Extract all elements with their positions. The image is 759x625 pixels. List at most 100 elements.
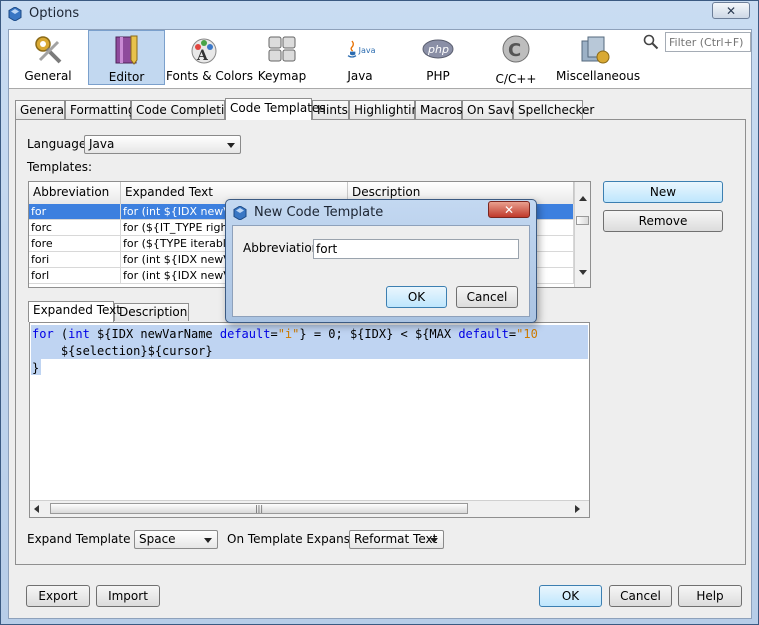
scroll-left-icon[interactable]	[34, 505, 39, 513]
code-text: =	[270, 327, 278, 341]
language-value: Java	[89, 137, 115, 151]
cell-abbreviation: forl	[29, 268, 121, 284]
expand-template-on-value: Space	[139, 532, 176, 546]
tab-macros[interactable]: Macros	[415, 100, 463, 119]
dialog-ok-button[interactable]: OK	[386, 286, 447, 308]
miscellaneous-icon	[581, 36, 610, 64]
cancel-button[interactable]: Cancel	[609, 585, 672, 607]
import-button[interactable]: Import	[96, 585, 160, 607]
category-label: PHP	[426, 69, 450, 83]
category-keymap[interactable]: Keymap	[244, 30, 320, 85]
category-label: General	[24, 69, 72, 83]
java-icon: Java	[347, 40, 376, 58]
filter-search-input[interactable]	[665, 32, 751, 52]
export-button[interactable]: Export	[26, 585, 90, 607]
new-code-template-dialog: New Code Template ✕ Abbreviation: OK Can…	[225, 199, 537, 323]
category-label: C/C++	[495, 72, 537, 86]
expand-template-on-combo[interactable]: Space	[134, 530, 218, 549]
cell-abbreviation: fori	[29, 252, 121, 268]
close-icon: ✕	[503, 202, 515, 217]
help-button[interactable]: Help	[678, 585, 742, 607]
scroll-down-icon[interactable]	[579, 270, 587, 275]
tab-description[interactable]: Description	[114, 303, 189, 321]
category-label: Editor	[108, 70, 145, 84]
dialog-title: New Code Template	[254, 205, 384, 220]
netbeans-app-icon	[8, 7, 22, 21]
php-icon: php	[422, 39, 454, 59]
fonts-colors-icon: A	[191, 38, 217, 64]
abbreviation-label: Abbreviation:	[243, 241, 324, 255]
svg-text:A: A	[196, 48, 209, 64]
category-general[interactable]: General	[9, 30, 87, 85]
dropdown-arrow-icon	[430, 538, 438, 543]
window-title: Options	[29, 6, 80, 21]
tab-formatting[interactable]: Formatting	[65, 100, 136, 119]
category-php[interactable]: php PHP	[400, 30, 476, 85]
code-keyword: int	[68, 327, 90, 341]
scroll-up-icon[interactable]	[579, 196, 587, 201]
dialog-cancel-button[interactable]: Cancel	[456, 286, 518, 308]
tab-highlighting[interactable]: Highlighting	[349, 100, 427, 119]
code-text: } = 0; ${IDX} < ${MAX	[299, 327, 459, 341]
category-label: Miscellaneous	[556, 69, 641, 83]
search-icon	[643, 34, 659, 50]
cell-abbreviation: fore	[29, 236, 121, 252]
dropdown-arrow-icon	[204, 538, 212, 543]
code-templates-panel: Language: Java Templates: Abbreviation E…	[15, 119, 746, 565]
code-string: "i"	[277, 327, 300, 341]
ok-button[interactable]: OK	[539, 585, 602, 607]
category-label: Fonts & Colors	[166, 69, 253, 83]
expanded-text-editor[interactable]: for (int ${IDX newVarName default="i"} =…	[29, 322, 590, 518]
window-close-button[interactable]: ✕	[712, 2, 750, 19]
language-label: Language:	[27, 137, 91, 151]
svg-text:Java: Java	[358, 46, 376, 55]
keymap-icon	[268, 36, 296, 62]
category-cpp[interactable]: C C/C++	[478, 30, 554, 86]
scroll-thumb[interactable]: |||	[50, 503, 468, 514]
column-header-abbreviation[interactable]: Abbreviation	[29, 182, 121, 204]
code-string: "10	[516, 327, 538, 341]
code-line-1: for (int ${IDX newVarName default="i"} =…	[32, 326, 538, 342]
tab-code-completion[interactable]: Code Completion	[131, 100, 239, 119]
category-java[interactable]: Java Java	[322, 30, 398, 85]
dialog-close-button[interactable]: ✕	[488, 201, 530, 218]
table-vertical-scrollbar[interactable]	[574, 182, 590, 287]
tab-on-save[interactable]: On Save	[462, 100, 517, 119]
tab-code-templates[interactable]: Code Templates	[225, 98, 326, 120]
scroll-thumb[interactable]	[576, 216, 589, 225]
category-label: Java	[347, 69, 373, 83]
category-fonts-colors[interactable]: A Fonts & Colors	[166, 30, 253, 85]
cell-abbreviation: forc	[29, 220, 121, 236]
category-editor[interactable]: Editor	[88, 30, 165, 85]
svg-text:C: C	[508, 40, 521, 61]
general-icon	[35, 36, 62, 64]
new-template-button[interactable]: New	[603, 181, 723, 203]
category-label: Keymap	[257, 69, 307, 83]
options-window: Options ✕ General Editor A Fonts & Color…	[0, 0, 759, 625]
svg-text:php: php	[427, 43, 449, 56]
on-template-expansion-value: Reformat Text	[354, 532, 438, 546]
scroll-right-icon[interactable]	[575, 505, 580, 513]
code-line-2: ${selection}${cursor}	[32, 344, 213, 358]
tab-spellchecker[interactable]: Spellchecker	[513, 100, 594, 119]
cpp-icon: C	[502, 35, 530, 63]
dropdown-arrow-icon	[227, 143, 235, 148]
code-text: (	[53, 327, 69, 341]
editor-icon	[115, 35, 137, 65]
abbreviation-input[interactable]	[313, 239, 519, 259]
category-toolbar: General Editor A Fonts & Colors Keymap J…	[9, 30, 751, 89]
on-template-expansion-combo[interactable]: Reformat Text	[349, 530, 444, 549]
editor-horizontal-scrollbar[interactable]: |||	[30, 500, 589, 517]
language-combo[interactable]: Java	[84, 135, 241, 154]
category-miscellaneous[interactable]: Miscellaneous	[556, 30, 641, 85]
options-content: General Editor A Fonts & Colors Keymap J…	[8, 29, 752, 619]
code-keyword: for	[32, 327, 54, 341]
code-keyword: default	[458, 327, 509, 341]
title-bar[interactable]: Options ✕	[1, 1, 758, 29]
tab-general[interactable]: General	[15, 100, 67, 119]
dialog-body: Abbreviation: OK Cancel	[232, 225, 530, 317]
tab-expanded-text[interactable]: Expanded Text	[28, 301, 121, 322]
remove-template-button[interactable]: Remove	[603, 210, 723, 232]
netbeans-app-icon	[233, 206, 247, 220]
code-keyword: default	[219, 327, 271, 341]
